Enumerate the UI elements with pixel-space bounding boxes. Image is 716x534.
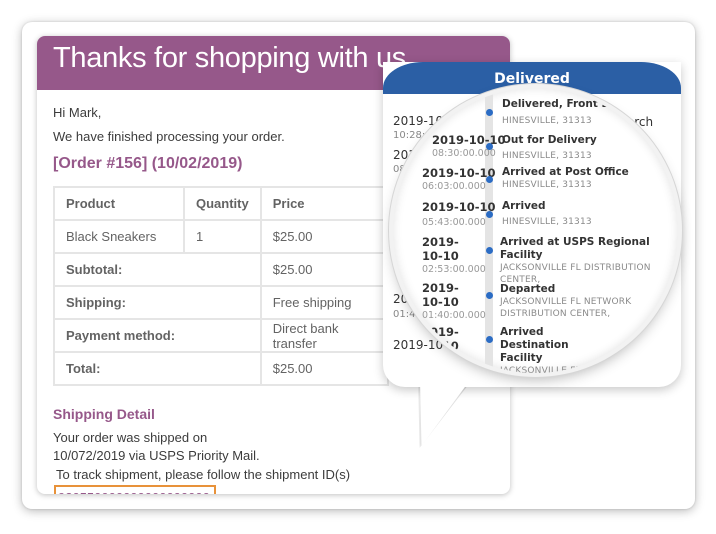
subtotal-row: Subtotal: $25.00 [53,252,390,287]
event-location: JACKSONVILLE FL NETWORK DISTRIBUTION CEN… [500,297,632,319]
tracking-line: To track shipment, please follow the shi… [54,465,494,494]
event-time: 01:40:00.000 [422,310,486,321]
tracking-event: Departed JACKSONVILLE FL NETWORK DISTRIB… [500,283,650,320]
event-time: 02:53:00.000 [422,264,486,275]
timeline-dot [486,109,493,116]
order-table: Product Quantity Price Black Sneakers 1 … [53,186,390,386]
event-location: HINESVILLE, 31313 [502,151,592,161]
timeline-dot [486,143,493,150]
timeline-bar [485,88,493,373]
table-header-row: Product Quantity Price [53,186,390,221]
event-status: Departed [500,283,556,295]
shipping-label: Shipping: [53,285,262,320]
event-date: 2019-10-10 [432,133,506,147]
shipped-date-text: 10/072/2019 via USPS Priority Mail. [53,448,260,463]
event-date: 2019-10-10 [422,166,496,180]
magnifier-lens: Delivered, Front Door/Porch HINESVILLE, … [393,88,678,373]
total-row: Total: $25.00 [53,351,390,386]
product-quantity: 1 [183,219,262,254]
event-time: 06:03:00.000 [422,181,486,192]
column-header-product: Product [53,186,185,221]
subtotal-label: Subtotal: [53,252,262,287]
tracking-event: Arrived Destination Facility JACKSONVILL… [500,326,610,373]
tracking-event: Delivered, Front Door/Porch HINESVILLE, … [502,98,667,127]
timeline-dot [486,176,493,183]
total-value: $25.00 [259,351,390,386]
subtotal-value: $25.00 [259,252,390,287]
event-status: Arrived at Post Office [502,166,629,178]
shipping-value: Free shipping [259,285,390,320]
column-header-quantity: Quantity [183,186,262,221]
event-datetime: 2019-10-10 05:43:00.000 [422,200,496,229]
column-header-price: Price [259,186,390,221]
tracking-event: Out for Delivery HINESVILLE, 31313 [502,134,597,162]
event-location: JACKSONVILLE FL [500,366,581,373]
event-status: Arrived [502,200,546,212]
tracking-event: Arrived HINESVILLE, 31313 [502,200,592,228]
tracking-prefix: To track shipment, please follow the shi… [56,467,351,482]
event-location: HINESVILLE, 31313 [502,116,592,126]
product-name: Black Sneakers [53,219,185,254]
timeline-dot [486,292,493,299]
event-status: Delivered, Front Door/Porch [502,98,668,110]
product-price: $25.00 [259,219,390,254]
timeline-dot [486,211,493,218]
event-status: Arrived at USPS Regional Facility [500,236,650,261]
shipping-row: Shipping: Free shipping [53,285,390,320]
event-datetime: 2019-10-10 02:53:00.000 [422,235,486,276]
tracking-event: Arrived at Post Office HINESVILLE, 31313 [502,166,629,191]
event-datetime: 2019-10-10 06:03:00.000 [422,166,496,193]
event-datetime: 2019-10-10 08:30:00.000 [432,133,506,160]
event-status: Arrived Destination Facility [500,326,569,364]
timeline-dot [486,247,493,254]
event-time: 08:30:00.000 [432,148,496,159]
event-date: 2019-10-10 [422,281,459,309]
event-date: 2019-10-10 [422,325,459,353]
event-date: 2019-10-10 [422,235,459,263]
event-time: 05:43:00.000 [422,217,486,228]
timeline-dot [486,336,493,343]
event-location: HINESVILLE, 31313 [502,180,592,190]
tracking-id-link[interactable]: 920550000000000000000 [54,485,216,494]
event-location: HINESVILLE, 31313 [502,217,592,227]
event-datetime: 2019-10-10 [422,325,478,353]
payment-method-row: Payment method: Direct bank transfer [53,318,390,353]
event-date: 2019-10-10 [422,200,496,214]
table-row: Black Sneakers 1 $25.00 [53,219,390,254]
event-datetime: 2019-10-10 01:40:00.000 [422,281,486,322]
event-status: Out for Delivery [502,134,597,146]
payment-method-label: Payment method: [53,318,262,353]
tracking-event: Arrived at USPS Regional Facility JACKSO… [500,236,670,286]
payment-method-value: Direct bank transfer [259,318,390,353]
total-label: Total: [53,351,262,386]
